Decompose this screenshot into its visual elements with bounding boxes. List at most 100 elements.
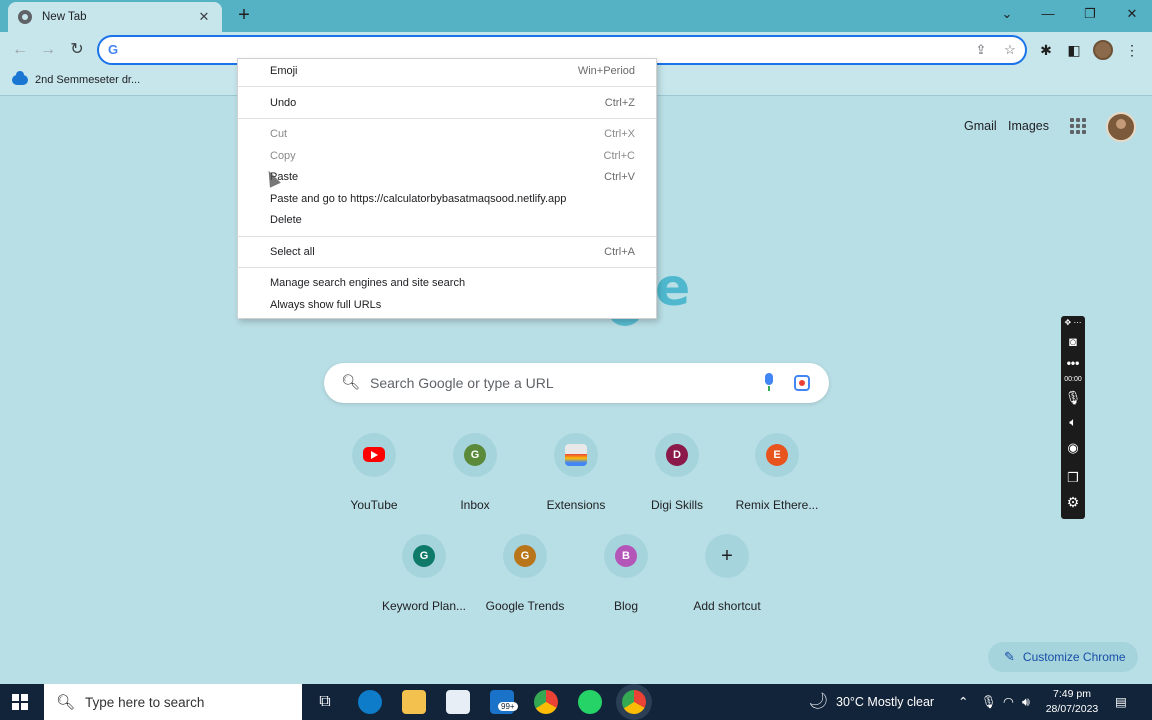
shortcut-label: Blog <box>613 599 639 613</box>
context-menu: Emoji Win+Period Undo Ctrl+Z Cut Ctrl+X Cop… <box>237 58 657 319</box>
shortcut-blog[interactable]: B Blog <box>576 534 676 613</box>
google-logo-fragment: e <box>655 258 691 318</box>
tab-strip: New Tab ✕ + ⌄ — ❐ ✕ <box>0 0 1152 32</box>
bookmark-star-icon[interactable]: ☆ <box>1001 42 1019 58</box>
chrome-taskbar-icon[interactable] <box>534 690 558 714</box>
windows-start-icon[interactable] <box>12 694 28 710</box>
file-explorer-icon[interactable] <box>402 690 426 714</box>
letter-avatar-icon: G <box>413 545 435 567</box>
shortcut-remix-ethereum[interactable]: E Remix Ethere... <box>727 433 827 512</box>
shortcut-label: Google Trends <box>485 599 565 613</box>
shortcut-label: Add shortcut <box>693 599 761 613</box>
chrome-active-icon[interactable] <box>622 690 646 714</box>
account-avatar[interactable] <box>1106 112 1136 142</box>
microsoft-store-icon[interactable] <box>446 690 470 714</box>
notifications-icon[interactable]: ▤ <box>1115 684 1127 720</box>
menu-item-copy: Copy Ctrl+C <box>270 150 635 162</box>
menu-item-undo[interactable]: Undo Ctrl+Z <box>238 93 656 113</box>
menu-item-cut: Cut Ctrl+X <box>270 128 635 140</box>
screen-recorder-toolbar: ✥ ⋯ ◙ ••• 00:00 🎙︎ 🔈︎ ◉ ❐ ⚙ <box>1061 316 1085 519</box>
recorder-timer: 00:00 <box>1064 376 1082 383</box>
shortcut-inbox[interactable]: G Inbox <box>425 433 525 512</box>
tab-search-dropdown-icon[interactable]: ⌄ <box>994 4 1020 24</box>
whatsapp-icon[interactable] <box>578 690 602 714</box>
menu-item-select-all[interactable]: Select all Ctrl+A <box>238 242 656 262</box>
settings-gear-icon[interactable]: ⚙ <box>1061 494 1085 511</box>
weather-text[interactable]: 30°C Mostly clear <box>836 684 934 720</box>
gmail-link[interactable]: Gmail <box>964 119 997 133</box>
shortcut-extensions[interactable]: Extensions <box>526 433 626 512</box>
window-capture-icon[interactable]: ❐ <box>1061 470 1085 486</box>
letter-avatar-icon: B <box>615 545 637 567</box>
tab-new-tab[interactable]: New Tab ✕ <box>8 2 222 32</box>
volume-icon[interactable]: 🔊︎ <box>1022 684 1030 720</box>
clock[interactable]: 7:49 pm 28/07/2023 <box>1040 687 1104 717</box>
shortcut-google-trends[interactable]: G Google Trends <box>475 534 575 613</box>
shortcut-label: Inbox <box>460 498 490 512</box>
tab-title: New Tab <box>42 11 87 23</box>
edge-icon[interactable] <box>358 690 382 714</box>
shortcut-label: YouTube <box>350 498 398 512</box>
pencil-icon: ✎ <box>1004 649 1015 664</box>
recorder-handle-icon[interactable]: ✥ ⋯ <box>1061 318 1085 327</box>
clock-time: 7:49 pm <box>1053 688 1091 700</box>
restore-button[interactable]: ❐ <box>1077 4 1103 24</box>
chrome-icon <box>18 10 32 24</box>
shortcut-keyword-planner[interactable]: G Keyword Plan... <box>374 534 474 613</box>
microphone-tray-icon[interactable]: 🎙︎ <box>981 684 997 720</box>
customize-chrome-button[interactable]: ✎ Customize Chrome <box>988 642 1138 672</box>
extensions-puzzle-icon[interactable]: ✱ <box>1036 40 1056 60</box>
letter-avatar-icon: D <box>666 444 688 466</box>
share-icon[interactable]: ⇪ <box>972 42 990 58</box>
google-apps-icon[interactable] <box>1070 118 1086 134</box>
shortcut-label: Digi Skills <box>650 498 703 512</box>
taskbar-search-placeholder: Type here to search <box>85 694 205 710</box>
shortcut-add[interactable]: + Add shortcut <box>677 534 777 613</box>
profile-avatar-small[interactable] <box>1093 40 1113 60</box>
menu-item-paste-and-go[interactable]: Paste and go to https://calculatorbybasa… <box>238 189 656 209</box>
tab-close-icon[interactable]: ✕ <box>196 9 212 25</box>
close-window-button[interactable]: ✕ <box>1119 4 1145 24</box>
menu-separator <box>238 267 656 268</box>
menu-separator <box>238 118 656 119</box>
letter-avatar-icon: G <box>464 444 486 466</box>
speaker-icon[interactable]: 🔈︎ <box>1061 415 1085 430</box>
microphone-toggle-icon[interactable]: 🎙︎ <box>1061 390 1085 406</box>
shortcut-label: Remix Ethere... <box>735 498 819 512</box>
shortcut-digi-skills[interactable]: D Digi Skills <box>627 433 727 512</box>
forward-button[interactable]: → <box>36 38 60 62</box>
menu-item-always-show-full-urls[interactable]: Always show full URLs <box>238 295 656 315</box>
task-view-icon[interactable]: ⧉ <box>313 690 337 714</box>
google-lens-icon[interactable] <box>794 375 810 391</box>
mail-icon[interactable]: 99+ <box>490 690 518 714</box>
reload-button[interactable]: ↻ <box>65 38 89 62</box>
bookmark-item[interactable]: 2nd Semmeseter dr... <box>12 71 141 86</box>
clock-date: 28/07/2023 <box>1045 703 1099 715</box>
more-icon[interactable]: ••• <box>1061 356 1085 370</box>
new-tab-button[interactable]: + <box>234 4 254 26</box>
menu-kebab-icon[interactable]: ⋮ <box>1122 40 1142 60</box>
menu-separator <box>238 86 656 87</box>
menu-item-delete[interactable]: Delete <box>238 210 656 230</box>
webcam-icon[interactable]: ◉ <box>1061 440 1085 456</box>
taskbar-search-box[interactable]: 🔍︎ Type here to search <box>44 684 302 720</box>
extensions-icon <box>565 444 587 466</box>
side-panel-icon[interactable]: ◧ <box>1064 40 1084 60</box>
camera-icon[interactable]: ◙ <box>1061 334 1085 349</box>
images-link[interactable]: Images <box>1008 119 1049 133</box>
shortcut-youtube[interactable]: YouTube <box>324 433 424 512</box>
search-icon: 🔍︎ <box>56 694 76 711</box>
bookmark-label: 2nd Semmeseter dr... <box>35 74 141 86</box>
menu-item-manage-search-engines[interactable]: Manage search engines and site search <box>238 273 656 293</box>
weather-icon: 🌙︎ <box>808 693 829 710</box>
menu-item-paste[interactable]: Paste Ctrl+V <box>238 167 656 187</box>
ntp-search-box[interactable]: 🔍︎ Search Google or type a URL <box>324 363 829 403</box>
letter-avatar-icon: E <box>766 444 788 466</box>
tray-chevron-icon[interactable]: ⌃ <box>958 684 968 720</box>
back-button[interactable]: ← <box>8 38 32 62</box>
wifi-icon[interactable]: ◠ <box>1003 684 1014 720</box>
menu-item-emoji[interactable]: Emoji Win+Period <box>238 61 656 81</box>
minimize-button[interactable]: — <box>1035 4 1061 24</box>
plus-icon: + <box>721 545 733 567</box>
microphone-icon[interactable] <box>762 372 776 392</box>
